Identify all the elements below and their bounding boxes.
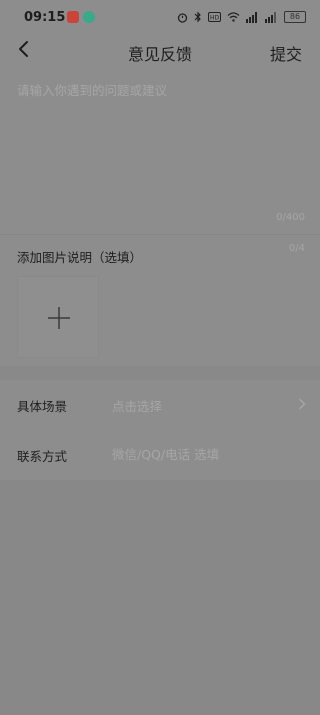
contact-row: 联系方式 (0, 430, 320, 478)
status-time: 09:15 (24, 10, 66, 25)
app-notification-icon (83, 11, 95, 23)
submit-button[interactable]: 提交 (270, 41, 302, 65)
add-image-label: 添加图片说明（选填） (17, 250, 143, 265)
status-bar: 09:15 HD 86 (0, 0, 320, 34)
scene-label: 具体场景 (17, 399, 68, 414)
contact-input[interactable] (112, 444, 292, 464)
contact-label: 联系方式 (17, 449, 68, 464)
app-notification-icon (67, 11, 79, 23)
image-counter: 0/4 (288, 243, 305, 254)
svg-text:HD: HD (210, 15, 220, 22)
chevron-right-icon (299, 398, 306, 410)
empty-area (0, 480, 320, 715)
section-divider (0, 366, 320, 380)
status-indicators: HD 86 (177, 10, 306, 24)
alarm-icon (177, 12, 188, 23)
signal-icon (265, 11, 278, 23)
header: 意见反馈 提交 (0, 34, 320, 66)
feedback-textarea[interactable] (17, 80, 303, 210)
battery-icon: 86 (284, 11, 306, 23)
wifi-icon (227, 12, 240, 22)
bluetooth-icon (194, 11, 202, 23)
scene-row[interactable]: 具体场景 点击选择 (0, 380, 320, 428)
divider (0, 234, 320, 235)
signal-icon (246, 11, 259, 23)
plus-icon (48, 307, 70, 329)
add-image-button[interactable] (17, 276, 99, 358)
hd-icon: HD (208, 12, 221, 22)
feedback-section: 0/400 (0, 66, 320, 234)
text-counter: 0/400 (276, 212, 305, 223)
scene-value: 点击选择 (112, 399, 163, 414)
